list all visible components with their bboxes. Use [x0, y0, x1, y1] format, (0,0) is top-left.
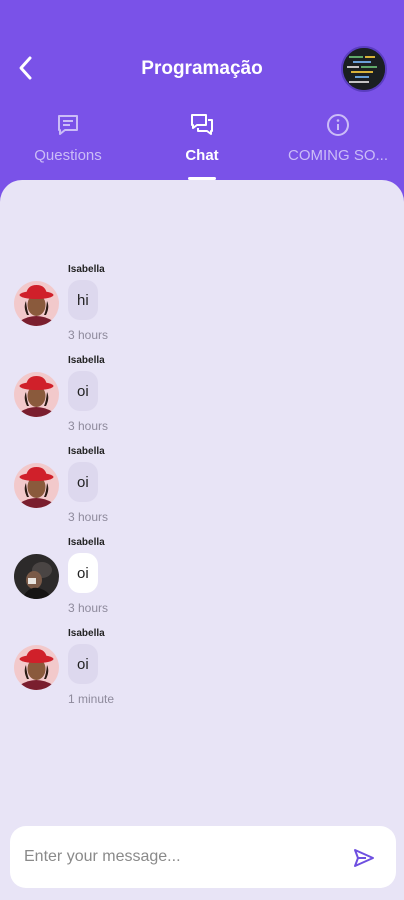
tab-bar: Questions Chat COMING SO...: [0, 108, 404, 180]
tab-chat-label: Chat: [185, 147, 219, 164]
red-hat-avatar: [14, 372, 59, 417]
message-square-icon: [58, 115, 78, 135]
profile-avatar[interactable]: [341, 46, 387, 92]
message-bubble: oi: [68, 371, 98, 411]
message-author: Isabella: [68, 264, 105, 275]
code-screen-image: [343, 48, 385, 90]
message-time: 3 hours: [68, 601, 109, 615]
message-input[interactable]: [24, 826, 334, 888]
message-time: 3 hours: [68, 510, 109, 524]
message-author: Isabella: [68, 355, 105, 366]
chat-message: Isabella hi 3 hours: [0, 264, 404, 355]
message-time: 1 minute: [68, 692, 115, 706]
red-hat-avatar: [14, 281, 59, 326]
message-author: Isabella: [68, 628, 105, 639]
dark-photo-avatar: [14, 554, 59, 599]
chat-bubbles-icon: [191, 114, 213, 135]
chat-message: Isabella oi 3 hours: [0, 355, 404, 446]
message-bubble: oi: [68, 553, 98, 593]
send-button[interactable]: [350, 844, 378, 872]
chat-message: Isabella oi 3 hours: [0, 537, 404, 628]
message-time: 3 hours: [68, 419, 109, 433]
app-header: Programação Questions Chat COMING SO...: [0, 0, 404, 190]
send-icon: [354, 849, 374, 867]
red-hat-avatar: [14, 645, 59, 690]
tab-coming-soon[interactable]: COMING SO...: [286, 108, 390, 180]
tab-coming-soon-label: COMING SO...: [287, 147, 388, 164]
info-icon: [327, 114, 349, 136]
chat-area[interactable]: Isabella hi 3 hours Isabella oi 3 hours: [0, 180, 404, 900]
message-author: Isabella: [68, 537, 105, 548]
message-bubble: hi: [68, 280, 98, 320]
chat-message: Isabella oi 3 hours: [0, 446, 404, 537]
red-hat-avatar: [14, 463, 59, 508]
tab-chat[interactable]: Chat: [178, 108, 226, 180]
message-bubble: oi: [68, 644, 98, 684]
tab-questions-label: Questions: [34, 147, 102, 164]
message-composer: [10, 826, 396, 888]
chat-message: Isabella oi 1 minute: [0, 628, 404, 719]
message-author: Isabella: [68, 446, 105, 457]
message-time: 3 hours: [68, 328, 109, 342]
tab-questions[interactable]: Questions: [30, 108, 106, 180]
message-bubble: oi: [68, 462, 98, 502]
